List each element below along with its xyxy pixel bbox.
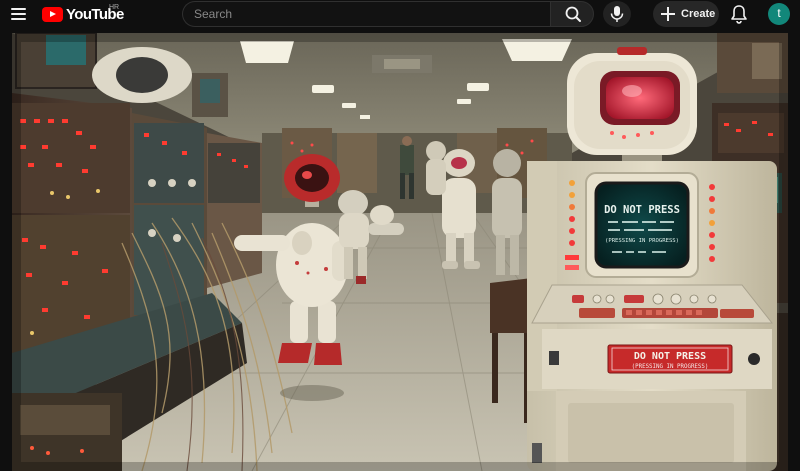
video-frame: DO NOT PRESS (PRESSING IN PROGRESS) DO N… xyxy=(12,33,788,471)
masthead: YouTube HR Create t xyxy=(0,0,800,28)
country-code: HR xyxy=(109,4,120,11)
create-button[interactable]: Create xyxy=(653,1,719,27)
panel-label-headline: DO NOT PRESS xyxy=(634,351,706,362)
youtube-play-icon xyxy=(42,6,63,22)
hamburger-icon-bar xyxy=(11,8,26,10)
search-input[interactable] xyxy=(183,2,550,26)
notifications-button[interactable] xyxy=(729,3,749,25)
plus-icon xyxy=(661,7,675,21)
voice-search-button[interactable] xyxy=(603,1,631,27)
bell-icon xyxy=(731,5,747,24)
guide-menu-button[interactable] xyxy=(10,5,28,23)
crt-subline: (PRESSING IN PROGRESS) xyxy=(605,238,679,244)
mic-icon xyxy=(610,6,624,22)
search-box xyxy=(182,1,550,27)
create-label: Create xyxy=(681,8,716,20)
crt-headline: DO NOT PRESS xyxy=(604,204,680,216)
hamburger-icon-bar xyxy=(11,18,26,20)
video-player[interactable]: DO NOT PRESS (PRESSING IN PROGRESS) DO N… xyxy=(12,33,788,471)
panel-label-subline: (PRESSING IN PROGRESS) xyxy=(632,364,709,370)
account-avatar[interactable]: t xyxy=(768,3,790,25)
search-button[interactable] xyxy=(550,1,594,27)
hamburger-icon-bar xyxy=(11,13,26,15)
search-icon xyxy=(565,6,581,22)
